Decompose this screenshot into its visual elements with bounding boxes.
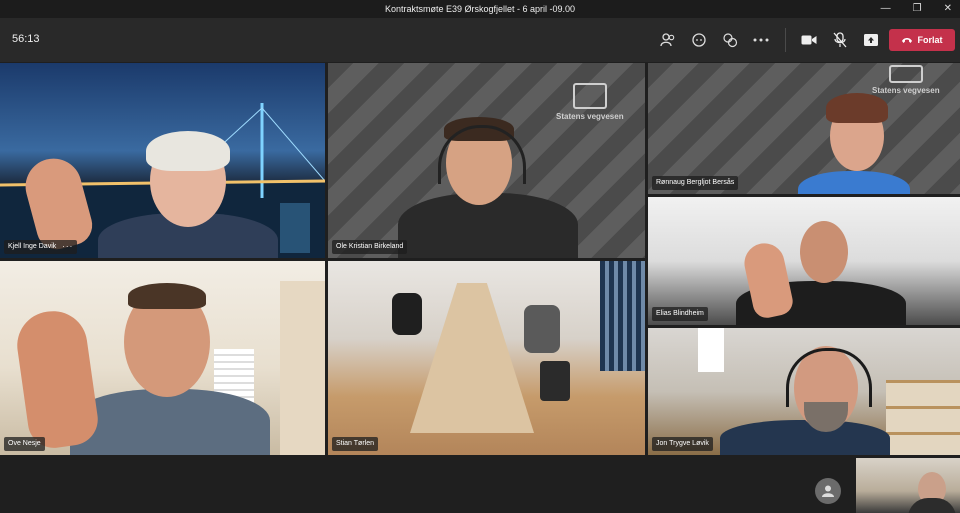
phone-hangup-icon — [902, 38, 913, 43]
participant-tile[interactable]: Statens vegvesen Rønnaug Bergljot Bersås — [648, 63, 960, 194]
participant-body — [798, 171, 910, 194]
participant-name-tag: Rønnaug Bergljot Bersås — [652, 176, 739, 190]
shelf — [886, 380, 960, 455]
headset-icon — [786, 348, 872, 407]
chair — [540, 361, 570, 401]
toolbar-actions — [655, 28, 889, 52]
crest-icon — [888, 65, 923, 83]
participant-hair — [826, 93, 888, 123]
more-options-icon[interactable]: ··· — [62, 240, 73, 254]
participant-name: Kjell Inge Davik — [8, 243, 57, 250]
agency-logo: Statens vegvesen — [872, 65, 940, 95]
participant-hair — [128, 283, 206, 309]
mic-off-icon[interactable] — [827, 28, 853, 52]
participant-tile[interactable]: Stian Tørlen — [328, 261, 645, 455]
window-title: Kontraktsmøte E39 Ørskogfjellet - 6 apri… — [384, 4, 576, 14]
self-view-video[interactable] — [856, 458, 960, 513]
participant-tile[interactable]: Jon Trygve Løvik — [648, 328, 960, 455]
participant-name: Elias Blindheim — [656, 310, 704, 317]
participant-tile[interactable]: Statens vegvesen Ole Kristian Birkeland — [328, 63, 645, 258]
person-right — [524, 305, 560, 353]
participant-name-tag: Elias Blindheim — [652, 307, 708, 321]
ceiling-lamp — [698, 328, 724, 372]
share-icon[interactable] — [858, 28, 884, 52]
crest-icon — [572, 83, 607, 109]
leave-button[interactable]: Forlat — [889, 29, 955, 51]
participant-hair — [146, 131, 230, 171]
participant-name: Stian Tørlen — [336, 440, 374, 447]
participant-name-tag: Kjell Inge Davik ··· — [4, 240, 78, 254]
participant-tile[interactable]: Elias Blindheim — [648, 197, 960, 325]
camera-icon[interactable] — [796, 28, 822, 52]
leave-label: Forlat — [917, 35, 943, 45]
person-icon — [822, 485, 834, 497]
window-titlebar: Kontraktsmøte E39 Ørskogfjellet - 6 apri… — [0, 0, 960, 18]
participant-name-tag: Jon Trygve Løvik — [652, 437, 713, 451]
close-icon[interactable]: ✕ — [944, 0, 952, 18]
participant-name-tag: Stian Tørlen — [332, 437, 378, 451]
person-left — [392, 293, 422, 335]
participant-name: Ole Kristian Birkeland — [336, 243, 404, 250]
reactions-icon[interactable] — [717, 28, 743, 52]
raised-hand — [12, 306, 102, 452]
participant-body — [720, 420, 890, 455]
more-icon[interactable] — [748, 28, 774, 52]
self-view-body — [908, 498, 956, 513]
chat-icon[interactable] — [686, 28, 712, 52]
window-controls: — ❐ ✕ — [881, 0, 952, 18]
participants-icon[interactable] — [655, 28, 681, 52]
call-timer: 56:13 — [12, 33, 40, 45]
participant-name: Rønnaug Bergljot Bersås — [656, 179, 735, 186]
avatar[interactable] — [815, 478, 841, 504]
minimize-icon[interactable]: — — [881, 0, 891, 18]
agency-logo: Statens vegvesen — [556, 83, 624, 121]
participant-tile[interactable]: Ove Nesje — [0, 261, 325, 455]
restore-icon[interactable]: ❐ — [913, 0, 922, 18]
participant-tile[interactable]: Kjell Inge Davik ··· — [0, 63, 325, 258]
participant-name-tag: Ove Nesje — [4, 437, 45, 451]
door — [280, 281, 325, 455]
participant-name: Jon Trygve Løvik — [656, 440, 709, 447]
meeting-toolbar: 56:13 Forlat — [0, 18, 960, 62]
windows — [600, 261, 645, 371]
participant-name-tag: Ole Kristian Birkeland — [332, 240, 408, 254]
conference-table — [410, 283, 534, 433]
participant-body — [70, 389, 270, 455]
agency-name: Statens vegvesen — [556, 112, 624, 121]
agency-name: Statens vegvesen — [872, 86, 940, 95]
participant-head — [800, 221, 848, 283]
participant-name: Ove Nesje — [8, 440, 41, 447]
toolbar-divider — [785, 28, 786, 52]
